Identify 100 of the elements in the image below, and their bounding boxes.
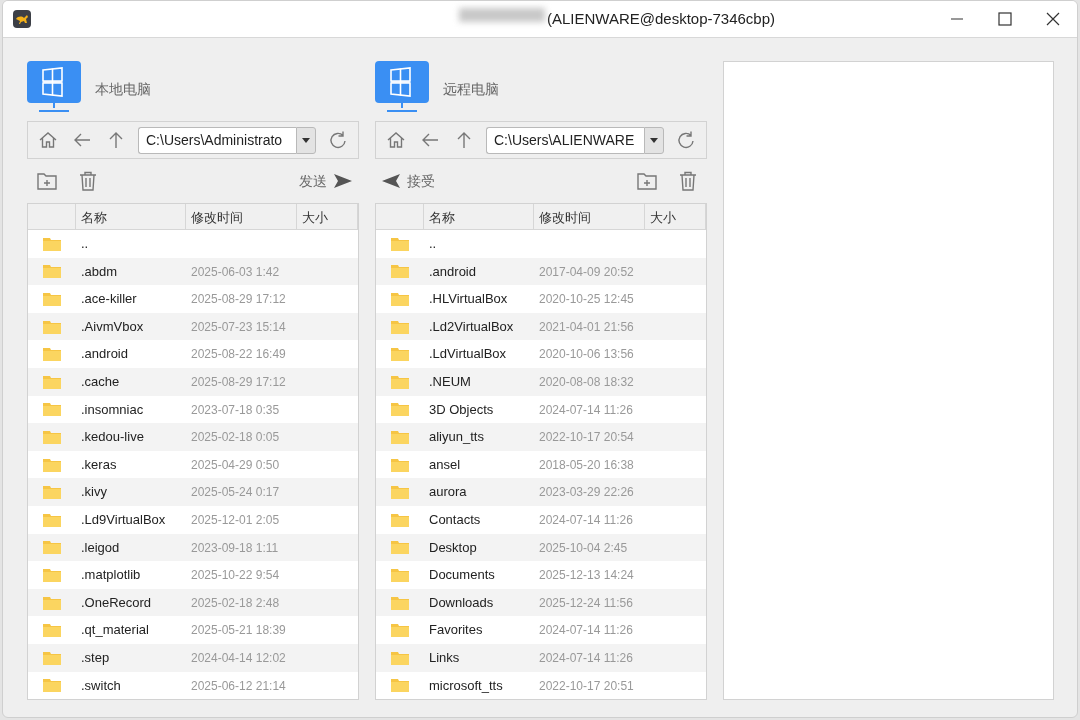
modified-date: 2023-07-18 0:35 bbox=[190, 402, 280, 417]
receive-icon bbox=[381, 173, 401, 189]
file-name[interactable]: .matplotlib bbox=[76, 567, 141, 583]
file-name[interactable]: .ace-killer bbox=[76, 291, 137, 307]
file-name[interactable]: Favorites bbox=[424, 622, 483, 638]
folder-icon bbox=[43, 567, 61, 582]
file-name[interactable]: .keras bbox=[76, 456, 117, 472]
folder-icon bbox=[43, 650, 61, 665]
modified-date: 2024-07-14 11:26 bbox=[538, 513, 633, 527]
modified-date: 2025-10-22 9:54 bbox=[190, 568, 280, 583]
file-name[interactable]: aliyun_tts bbox=[424, 429, 484, 445]
file-name[interactable]: Links bbox=[424, 649, 460, 665]
file-name[interactable]: 3D Objects bbox=[424, 401, 494, 417]
column-header[interactable]: 名称 bbox=[424, 204, 534, 229]
send-button[interactable]: 发送 bbox=[299, 170, 353, 192]
file-name[interactable]: .android bbox=[424, 263, 476, 279]
folder-icon bbox=[43, 512, 61, 527]
modified-date: 2025-02-18 2:48 bbox=[190, 595, 280, 610]
modified-date: 2025-05-24 0:17 bbox=[190, 485, 280, 500]
folder-icon bbox=[43, 540, 61, 555]
modified-date: 2025-08-22 16:49 bbox=[190, 347, 286, 362]
modified-date: 2020-10-25 12:45 bbox=[538, 292, 634, 307]
path-field[interactable]: C:\Users\Administrato bbox=[138, 126, 296, 154]
window-title: (ALIENWARE@desktop-7346cbp) bbox=[546, 8, 776, 29]
receive-button[interactable]: 接受 bbox=[381, 170, 435, 192]
folder-icon bbox=[391, 292, 409, 306]
folder-icon bbox=[43, 374, 61, 389]
folder-icon bbox=[391, 264, 409, 279]
file-name[interactable]: .. bbox=[424, 236, 437, 252]
path-field[interactable]: C:\Users\ALIENWARE bbox=[486, 126, 644, 154]
file-name[interactable]: Contacts bbox=[424, 512, 481, 527]
modified-date: 2025-12-01 2:05 bbox=[190, 513, 280, 527]
dropdown-button[interactable] bbox=[296, 126, 316, 154]
modified-date: 2025-05-21 18:39 bbox=[190, 623, 286, 638]
file-name[interactable]: Downloads bbox=[424, 594, 494, 610]
folder-icon bbox=[391, 319, 409, 334]
file-name[interactable]: .LdVirtualBox bbox=[424, 346, 507, 362]
panel-title: 远程电脑 bbox=[443, 80, 499, 99]
file-name[interactable]: .qt_material bbox=[76, 622, 149, 638]
file-name[interactable]: .abdm bbox=[76, 263, 118, 279]
modified-date: 2025-04-29 0:50 bbox=[190, 457, 280, 472]
folder-icon bbox=[391, 567, 409, 582]
folder-icon bbox=[43, 485, 61, 500]
folder-icon bbox=[391, 347, 409, 362]
modified-date: 2024-07-14 11:26 bbox=[538, 402, 633, 417]
folder-icon bbox=[391, 374, 409, 389]
column-header[interactable]: 大小 bbox=[297, 204, 358, 229]
file-name[interactable]: .insomniac bbox=[76, 401, 144, 417]
caret-icon bbox=[650, 137, 658, 143]
folder-icon bbox=[391, 678, 409, 693]
file-name[interactable]: .step bbox=[76, 649, 110, 665]
modified-date: 2023-09-18 1:11 bbox=[190, 540, 279, 555]
file-name[interactable]: .switch bbox=[76, 677, 121, 693]
file-name[interactable]: Documents bbox=[424, 567, 495, 583]
maximize-icon bbox=[998, 12, 1012, 26]
column-header[interactable]: 名称 bbox=[76, 204, 186, 229]
column-header[interactable]: 修改时间 bbox=[534, 204, 645, 229]
folder-icon bbox=[43, 429, 61, 444]
folder-icon bbox=[43, 402, 61, 417]
file-name[interactable]: .kivy bbox=[76, 484, 107, 500]
computer-icon bbox=[27, 61, 81, 113]
file-name[interactable]: .cache bbox=[76, 374, 120, 389]
column-header[interactable]: 大小 bbox=[645, 204, 706, 229]
caret-icon bbox=[302, 137, 310, 143]
file-name[interactable]: Desktop bbox=[424, 539, 477, 555]
folder-icon bbox=[43, 595, 61, 610]
folder-icon bbox=[391, 650, 409, 665]
file-name[interactable]: .android bbox=[76, 346, 128, 362]
modified-date: 2024-07-14 11:26 bbox=[538, 623, 633, 638]
file-name[interactable]: .AivmVbox bbox=[76, 318, 144, 334]
folder-icon bbox=[391, 512, 409, 527]
file-name[interactable]: ansel bbox=[424, 456, 461, 472]
panel-title: 本地电脑 bbox=[95, 80, 151, 99]
file-name[interactable]: .Ld9VirtualBox bbox=[76, 512, 166, 527]
column-header[interactable]: 修改时间 bbox=[186, 204, 297, 229]
folder-icon bbox=[43, 292, 61, 306]
modified-date: 2018-05-20 16:38 bbox=[538, 457, 634, 472]
file-name[interactable]: .leigod bbox=[76, 539, 120, 555]
folder-icon bbox=[391, 457, 409, 472]
folder-icon bbox=[391, 595, 409, 610]
file-name[interactable]: .NEUM bbox=[424, 374, 471, 389]
modified-date: 2020-08-08 18:32 bbox=[538, 375, 634, 389]
modified-date: 2017-04-09 20:52 bbox=[538, 264, 634, 279]
send-icon bbox=[333, 173, 353, 189]
dropdown-button[interactable] bbox=[644, 126, 664, 154]
folder-icon bbox=[43, 457, 61, 472]
file-name[interactable]: microsoft_tts bbox=[424, 677, 503, 693]
modified-date: 2025-06-03 1:42 bbox=[190, 264, 280, 279]
folder-icon bbox=[43, 347, 61, 362]
modified-date: 2025-10-04 2:45 bbox=[538, 540, 628, 555]
file-name[interactable]: .OneRecord bbox=[76, 594, 152, 610]
file-name[interactable]: .kedou-live bbox=[76, 429, 144, 445]
folder-icon bbox=[391, 623, 409, 638]
file-name[interactable]: aurora bbox=[424, 484, 467, 500]
file-name[interactable]: .Ld2VirtualBox bbox=[424, 318, 514, 334]
file-name[interactable]: .. bbox=[76, 236, 89, 252]
modified-date: 2025-12-13 14:24 bbox=[538, 568, 634, 583]
modified-date: 2024-07-14 11:26 bbox=[538, 650, 633, 665]
modified-date: 2020-10-06 13:56 bbox=[538, 347, 634, 362]
file-name[interactable]: .HLVirtualBox bbox=[424, 291, 508, 307]
